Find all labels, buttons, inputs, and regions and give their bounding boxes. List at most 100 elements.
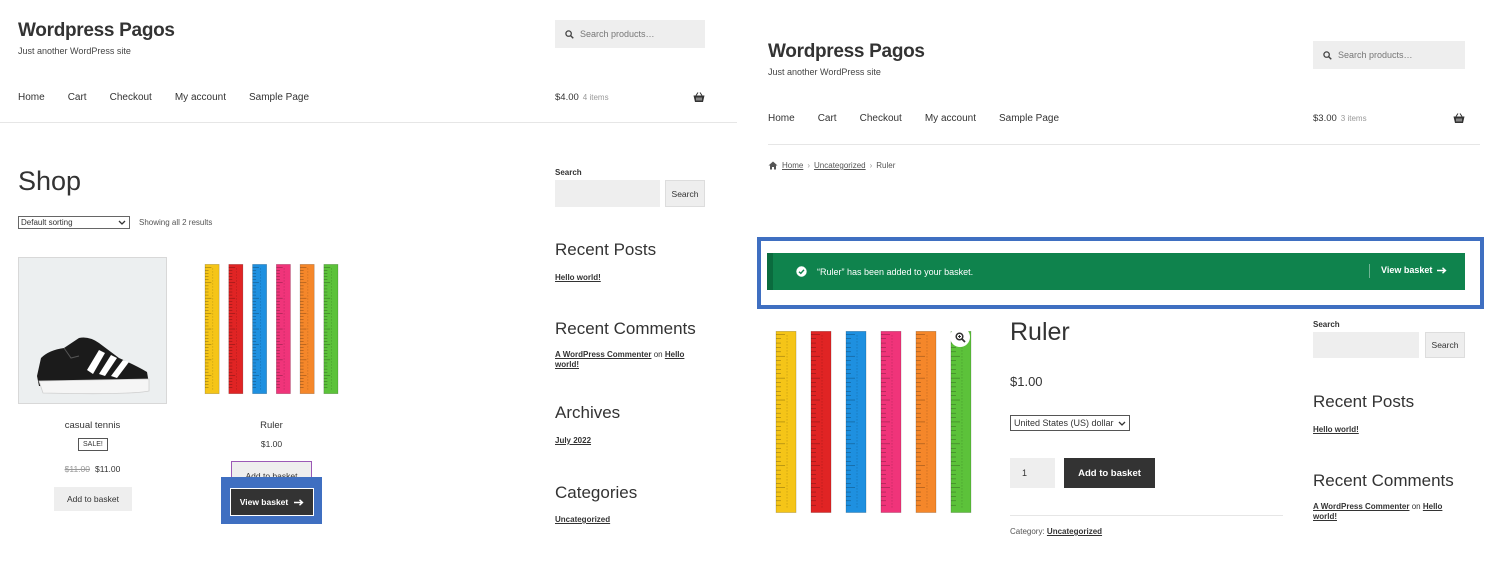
product-category: Category: Uncategorized [1010,527,1102,536]
categories-heading: Categories [555,483,638,502]
view-basket-button[interactable]: View basket [230,488,314,516]
nav-home[interactable]: Home [18,92,45,103]
basket-icon[interactable] [1453,113,1465,124]
view-basket-label: View basket [1381,265,1433,275]
site-tagline: Just another WordPress site [18,46,131,56]
category-link[interactable]: Uncategorized [1047,527,1102,536]
search-icon [1323,50,1332,60]
search-icon [565,29,574,39]
nav-checkout[interactable]: Checkout [110,92,152,103]
product-price: $1.00 [1010,374,1043,389]
breadcrumb-current: Ruler [876,161,896,170]
check-circle-icon [796,266,807,277]
comment-on-text: on [1411,502,1421,511]
add-to-basket-button[interactable]: Add to basket [1064,458,1155,488]
breadcrumb: Home › Uncategorized › Ruler [768,161,895,170]
cart-item-count: 3 items [1340,114,1367,123]
nav-my-account[interactable]: My account [925,113,976,124]
basket-icon[interactable] [693,92,705,103]
nav-checkout[interactable]: Checkout [860,113,902,124]
view-basket-link[interactable]: View basket [1381,265,1447,275]
search-placeholder: Search products… [1338,50,1413,60]
search-widget-button[interactable]: Search [1425,332,1465,358]
site-title[interactable]: Wordpress Pagos [768,41,925,63]
sorting-value: Default sorting [21,218,73,227]
recent-posts-heading: Recent Posts [555,240,657,259]
left-screenshot-panel: Wordpress Pagos Just another WordPress s… [0,0,737,575]
arrow-right-icon [1437,266,1447,274]
product-search-input[interactable]: Search products… [555,20,705,48]
product-title: Ruler [1010,318,1070,346]
site-title[interactable]: Wordpress Pagos [18,20,175,42]
product-image-ruler[interactable] [197,257,346,404]
added-to-basket-notice: “Ruler” has been added to your basket. V… [767,253,1465,290]
notice-divider [1369,264,1370,278]
search-widget-label: Search [555,168,582,177]
ruler-image [204,264,339,395]
recent-comments-heading: Recent Comments [1313,471,1454,490]
nav-cart[interactable]: Cart [818,113,837,124]
sorting-select[interactable]: Default sorting [18,216,130,229]
result-count: Showing all 2 results [139,218,213,227]
comment-author-link[interactable]: A WordPress Commenter [555,350,651,359]
product-gallery-image[interactable] [768,321,979,527]
recent-posts-heading: Recent Posts [1313,392,1415,411]
header-cart-total[interactable]: $3.00 3 items [1313,113,1367,124]
product-name[interactable]: Ruler [197,420,346,431]
product-search-input[interactable]: Search products… [1313,41,1465,69]
header-divider [768,144,1480,145]
chevron-down-icon [118,220,126,225]
quantity-input[interactable]: 1 [1010,458,1055,488]
recent-comment: A WordPress Commenter on Hello world! [1313,502,1465,521]
recent-post-link[interactable]: Hello world! [555,273,601,282]
cart-amount: $3.00 [1313,113,1337,124]
archives-heading: Archives [555,403,621,422]
header-divider [0,122,737,123]
recent-comments-heading: Recent Comments [555,319,696,338]
nav-sample-page[interactable]: Sample Page [249,92,309,103]
product-price: $1.00 [260,439,283,449]
breadcrumb-separator: › [869,161,873,170]
primary-nav: Home Cart Checkout My account Sample Pag… [18,92,332,103]
right-screenshot-panel: Wordpress Pagos Just another WordPress s… [747,0,1494,575]
site-tagline: Just another WordPress site [768,67,881,77]
breadcrumb-separator: › [807,161,811,170]
product-image-casual-tennis[interactable] [18,257,167,404]
sale-price: $11.00 [95,464,121,474]
add-to-basket-button[interactable]: Add to basket [54,487,132,511]
primary-nav: Home Cart Checkout My account Sample Pag… [768,113,1082,124]
currency-select[interactable]: United States (US) dollar [1010,415,1130,431]
zoom-icon [954,331,966,343]
search-widget-button[interactable]: Search [665,180,705,207]
product-meta-divider [1010,515,1283,516]
nav-my-account[interactable]: My account [175,92,226,103]
comment-on-text: on [653,350,663,359]
old-price: $11.00 [64,464,90,474]
search-placeholder: Search products… [580,29,655,39]
ruler-image [775,331,972,513]
arrow-right-icon [294,498,304,506]
product-name[interactable]: casual tennis [18,420,167,431]
search-widget-input[interactable] [555,180,660,207]
view-basket-label: View basket [239,497,289,507]
archive-link[interactable]: July 2022 [555,436,591,445]
comment-author-link[interactable]: A WordPress Commenter [1313,502,1409,511]
nav-home[interactable]: Home [768,113,795,124]
page-title: Shop [18,166,82,196]
sale-badge: SALE! [78,438,108,451]
cart-item-count: 4 items [582,93,609,102]
search-widget-label: Search [1313,320,1340,329]
currency-value: United States (US) dollar [1014,418,1114,428]
nav-sample-page[interactable]: Sample Page [999,113,1059,124]
breadcrumb-home[interactable]: Home [782,161,803,170]
recent-post-link[interactable]: Hello world! [1313,425,1359,434]
search-widget-input[interactable] [1313,332,1419,358]
zoom-button[interactable] [950,327,970,347]
header-cart-total[interactable]: $4.00 4 items [555,92,609,103]
recent-comment: A WordPress Commenter on Hello world! [555,350,705,369]
category-link[interactable]: Uncategorized [555,515,610,524]
cart-amount: $4.00 [555,92,579,103]
nav-cart[interactable]: Cart [68,92,87,103]
breadcrumb-category[interactable]: Uncategorized [814,161,866,170]
category-label: Category: [1010,527,1045,536]
